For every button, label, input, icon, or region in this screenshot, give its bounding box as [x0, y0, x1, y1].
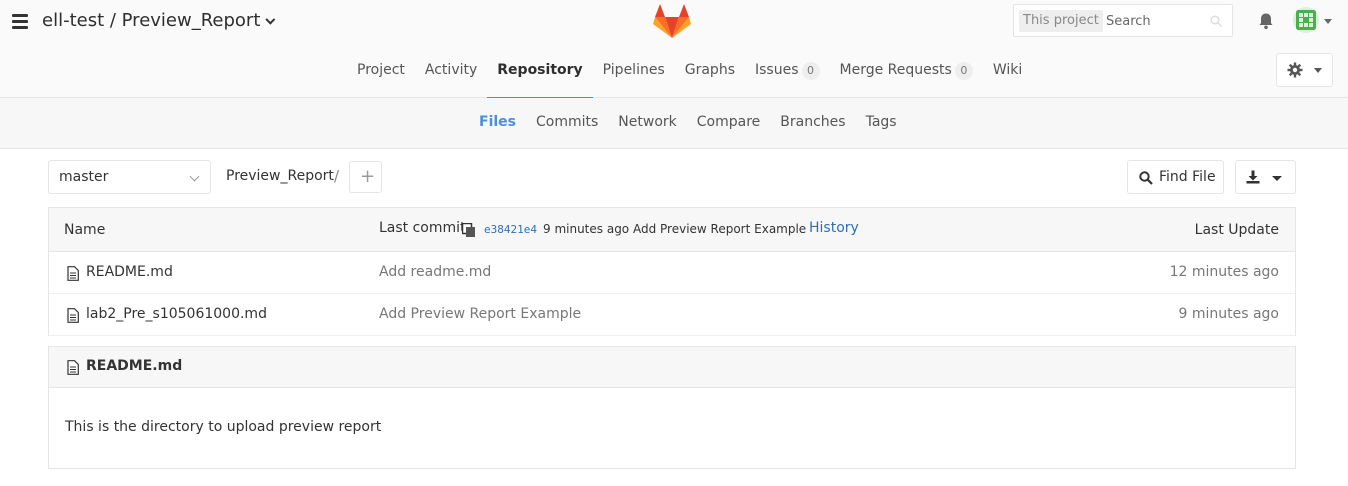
nav-activity[interactable]: Activity [415, 50, 487, 98]
col-header-last-update: Last Update [1194, 222, 1279, 238]
chevron-down-icon [1314, 68, 1322, 73]
file-last-update: 9 minutes ago [1178, 306, 1279, 322]
top-header: ell-test / Preview_Report This project P… [0, 0, 1348, 99]
chevron-down-icon [1272, 176, 1282, 181]
file-commit-message[interactable]: Add readme.md [379, 264, 491, 280]
nav-issues[interactable]: Issues 0 [745, 50, 830, 98]
nav-wiki[interactable]: Wiki [983, 50, 1032, 98]
nav-label: Graphs [684, 62, 735, 78]
subnav-tags[interactable]: Tags [856, 98, 907, 149]
sub-nav: Files Commits Network Compare Branches T… [0, 98, 1348, 149]
plus-icon: + [360, 166, 376, 187]
nav-label: Wiki [992, 62, 1023, 78]
readme-content: This is the directory to upload preview … [65, 419, 382, 435]
readme-header: README.md [49, 347, 1295, 388]
merge-requests-count-badge: 0 [954, 62, 973, 80]
breadcrumb-repo[interactable]: Preview_Report [226, 168, 334, 184]
chevron-down-icon [265, 14, 276, 25]
search-icon [1210, 15, 1222, 27]
file-commit-message[interactable]: Add Preview Report Example [379, 306, 581, 322]
nav-project[interactable]: Project [347, 50, 415, 98]
table-row[interactable]: lab2_Pre_s105061000.md Add Preview Repor… [49, 294, 1295, 336]
commit-sha-link[interactable]: e38421e4 [484, 223, 537, 236]
nav-label: Merge Requests [839, 62, 952, 78]
gitlab-logo[interactable] [653, 3, 691, 39]
nav-label: Project [357, 62, 405, 78]
subnav-branches[interactable]: Branches [770, 98, 855, 149]
find-file-button[interactable]: Find File [1127, 160, 1224, 194]
file-icon [67, 308, 79, 323]
file-name-link[interactable]: README.md [86, 264, 173, 280]
file-icon [67, 266, 79, 281]
find-file-label: Find File [1159, 169, 1216, 185]
hamburger-icon[interactable] [12, 14, 28, 30]
search-scope-badge[interactable]: This project [1019, 10, 1103, 32]
branch-select[interactable]: master [48, 160, 211, 194]
branch-select-value: master [59, 169, 109, 185]
subnav-commits[interactable]: Commits [526, 98, 608, 149]
gear-icon [1287, 62, 1303, 78]
breadcrumb-separator: / [334, 167, 340, 185]
project-title-text: ell-test / Preview_Report [42, 10, 261, 31]
last-commit-message: 9 minutes ago Add Preview Report Example [543, 222, 807, 236]
download-button[interactable] [1235, 160, 1296, 194]
nav-label: Repository [497, 62, 583, 78]
nav-merge-requests[interactable]: Merge Requests 0 [830, 50, 983, 98]
readme-panel: README.md This is the directory to uploa… [48, 346, 1296, 469]
col-header-name: Name [64, 222, 106, 238]
search-box: This project [1013, 4, 1233, 37]
nav-pipelines[interactable]: Pipelines [593, 50, 675, 98]
project-title[interactable]: ell-test / Preview_Report [42, 10, 276, 31]
nav-repository[interactable]: Repository [487, 50, 594, 99]
search-icon [1139, 171, 1153, 185]
history-link[interactable]: History [809, 220, 859, 236]
copy-icon[interactable] [462, 223, 476, 238]
issues-count-badge: 0 [801, 62, 820, 80]
file-icon [67, 360, 79, 375]
search-input[interactable] [1106, 11, 1204, 31]
download-icon [1246, 170, 1260, 184]
col-header-last-commit: Last commit [379, 220, 466, 236]
avatar-caret-icon[interactable] [1324, 19, 1332, 24]
nav-label: Pipelines [602, 62, 665, 78]
subnav-network[interactable]: Network [608, 98, 686, 149]
project-settings-button[interactable] [1276, 53, 1333, 87]
subnav-compare[interactable]: Compare [687, 98, 771, 149]
file-last-update: 12 minutes ago [1169, 264, 1279, 280]
main-nav: Project Activity Repository Pipelines Gr… [347, 50, 1032, 99]
chevron-down-icon [189, 171, 200, 182]
nav-label: Activity [424, 62, 478, 78]
add-file-button[interactable]: + [349, 161, 382, 193]
table-row[interactable]: README.md Add readme.md 12 minutes ago [49, 252, 1295, 294]
file-tree-table: Name Last commit e38421e4 9 minutes ago … [48, 207, 1296, 336]
subnav-files[interactable]: Files [469, 98, 526, 149]
nav-graphs[interactable]: Graphs [675, 50, 745, 98]
avatar[interactable] [1293, 7, 1319, 33]
table-header: Name Last commit e38421e4 9 minutes ago … [49, 207, 1295, 252]
readme-title: README.md [86, 358, 183, 374]
file-name-link[interactable]: lab2_Pre_s105061000.md [86, 306, 267, 322]
bell-icon[interactable] [1257, 12, 1275, 30]
nav-label: Issues [755, 62, 799, 78]
